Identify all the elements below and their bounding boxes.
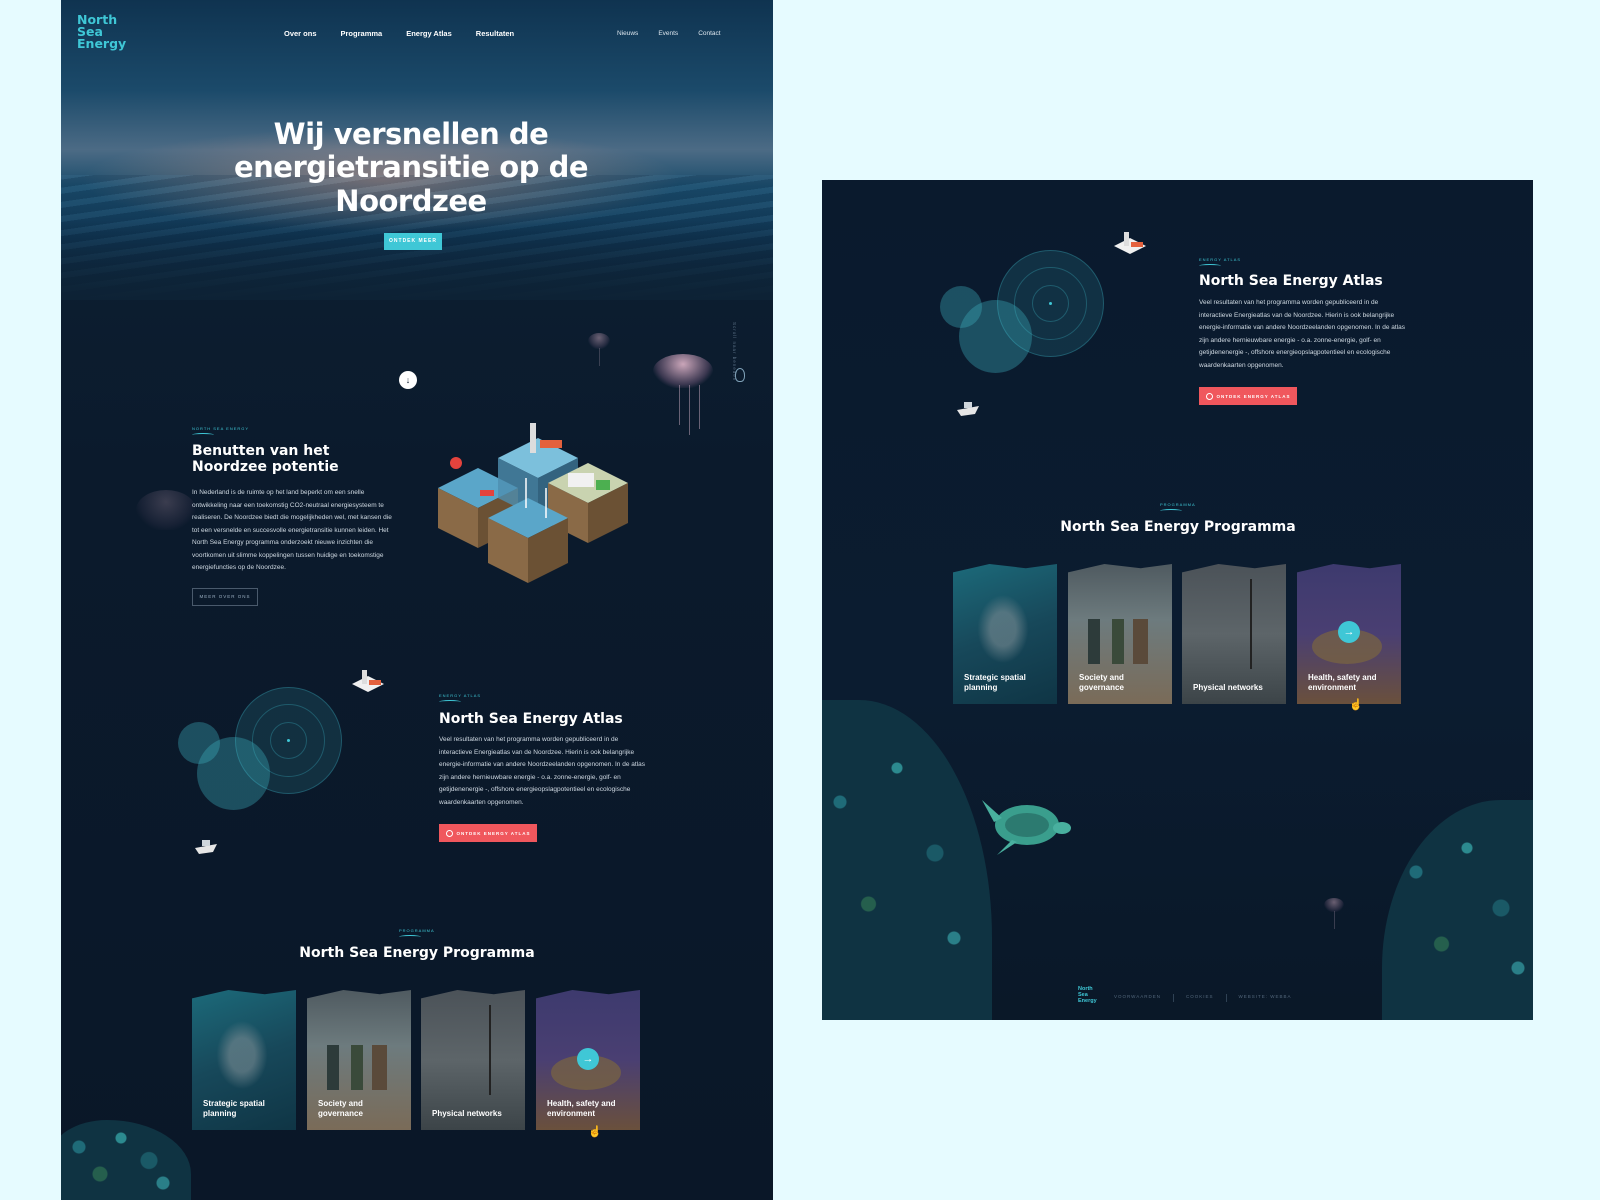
globe-icon <box>445 829 453 837</box>
footer-link-cookies[interactable]: Cookies <box>1186 994 1214 1002</box>
card-image-aerial-water <box>973 589 1033 669</box>
isometric-offshore-illustration <box>428 418 638 598</box>
boat-illustration <box>193 836 219 858</box>
arrow-right-icon[interactable]: → <box>1338 621 1360 643</box>
atlas-eyebrow: Energy Atlas <box>439 693 482 698</box>
main-navigation: Over ons Programma Energy Atlas Resultat… <box>284 29 514 38</box>
nav-item-over-ons[interactable]: Over ons <box>284 29 317 38</box>
jellyfish-tentacle <box>679 385 680 425</box>
cursor-hand-icon: ☝ <box>588 1126 602 1138</box>
intro-paragraph: In Nederland is de ruimte op het land be… <box>192 489 392 571</box>
eyebrow-swoosh <box>1160 509 1182 513</box>
program-card-society-governance[interactable]: Society and governance <box>307 990 411 1130</box>
explore-atlas-button[interactable]: Ontdek energy atlas <box>439 824 537 842</box>
intro-eyebrow: North Sea Energy <box>192 426 250 431</box>
card-image-aerial-water <box>212 1015 272 1095</box>
card-label: Strategic spatial planning <box>203 1099 265 1118</box>
eyebrow-swoosh <box>439 700 461 704</box>
arrow-right-icon[interactable]: → <box>577 1048 599 1070</box>
sea-turtle-illustration <box>972 780 1072 860</box>
card-label: Health, safety and environment <box>547 1099 616 1118</box>
atlas-eyebrow: Energy Atlas <box>1199 257 1242 262</box>
card-image-people-beach <box>1088 619 1148 664</box>
program-card-physical-networks[interactable]: Physical networks <box>421 990 525 1130</box>
programma-title: North Sea Energy Programma <box>1060 519 1296 535</box>
jellyfish-tentacle <box>699 385 700 429</box>
jellyfish-tentacle <box>599 348 600 366</box>
card-label: Society and governance <box>318 1099 363 1118</box>
footer-link-voorwaarden[interactable]: Voorwaarden <box>1114 994 1161 1002</box>
boat-illustration <box>955 398 981 420</box>
secondary-navigation: Nieuws Events Contact <box>617 30 721 37</box>
globe-icon <box>1205 392 1213 400</box>
programma-title: North Sea Energy Programma <box>299 945 535 961</box>
explore-atlas-label: Ontdek energy atlas <box>456 830 531 836</box>
jellyfish-illustration <box>1324 898 1344 912</box>
footer-divider <box>1225 994 1227 1002</box>
eyebrow-swoosh <box>192 433 214 437</box>
card-image-people-beach <box>327 1045 387 1090</box>
atlas-title: North Sea Energy Atlas <box>439 711 623 727</box>
jellyfish-illustration <box>136 490 196 530</box>
hero-title: Wij versnellen de energietransitie op de… <box>233 117 589 218</box>
program-card-physical-networks[interactable]: Physical networks <box>1182 564 1286 704</box>
program-card-spatial-planning[interactable]: Strategic spatial planning <box>953 564 1057 704</box>
card-image-wind-turbine <box>489 1005 491 1095</box>
eyebrow-swoosh <box>1199 264 1221 268</box>
homepage-bottom-mockup: Energy Atlas North Sea Energy Atlas Veel… <box>822 180 1533 1020</box>
nav-item-resultaten[interactable]: Resultaten <box>476 29 514 38</box>
atlas-title: North Sea Energy Atlas <box>1199 273 1383 289</box>
fish-icon <box>735 368 745 382</box>
coral-reef-illustration <box>1382 800 1533 1020</box>
nav-item-energy-atlas[interactable]: Energy Atlas <box>406 29 452 38</box>
footer-link-website[interactable]: Website: Webba <box>1239 994 1292 1002</box>
cursor-hand-icon: ☝ <box>1349 699 1363 711</box>
card-label: Strategic spatial planning <box>964 673 1026 692</box>
nav-item-contact[interactable]: Contact <box>698 30 720 37</box>
nav-item-events[interactable]: Events <box>658 30 678 37</box>
logo-line: Energy <box>77 35 127 51</box>
about-us-button[interactable]: Meer over ons <box>192 588 258 606</box>
card-label: Physical networks <box>1193 683 1263 692</box>
card-label: Health, safety and environment <box>1308 673 1377 692</box>
programma-eyebrow: Programma <box>399 928 435 933</box>
radar-center-dot <box>287 739 290 742</box>
platform-illustration <box>348 666 388 698</box>
radar-center-dot <box>1049 302 1052 305</box>
footer-links: Voorwaarden Cookies Website: Webba <box>1114 994 1292 1002</box>
homepage-full-mockup: North Sea Energy Over ons Programma Ener… <box>61 0 773 1200</box>
footer-divider <box>1173 994 1175 1002</box>
arrow-down-icon[interactable]: ↓ <box>399 371 417 389</box>
jellyfish-illustration <box>653 354 713 388</box>
atlas-paragraph: Veel resultaten van het programma worden… <box>1199 299 1405 369</box>
hero-cta-button[interactable]: Ontdek meer <box>384 233 442 250</box>
coral-reef-illustration <box>61 1120 191 1200</box>
card-label: Physical networks <box>432 1109 502 1118</box>
footer-logo[interactable]: North Sea Energy <box>1078 986 1097 1004</box>
jellyfish-tentacle <box>689 385 690 435</box>
jellyfish-illustration <box>588 333 610 349</box>
atlas-paragraph: Veel resultaten van het programma worden… <box>439 736 645 806</box>
programma-eyebrow: Programma <box>1160 502 1196 507</box>
site-logo[interactable]: North Sea Energy <box>77 13 127 51</box>
nav-item-nieuws[interactable]: Nieuws <box>617 30 638 37</box>
coral-reef-illustration <box>822 700 992 1020</box>
explore-atlas-button[interactable]: Ontdek energy atlas <box>1199 387 1297 405</box>
nav-item-programma[interactable]: Programma <box>341 29 383 38</box>
eyebrow-swoosh <box>399 935 421 939</box>
logo-line: Energy <box>1078 998 1097 1004</box>
platform-illustration <box>1110 228 1150 260</box>
intro-title: Benutten van het Noordzee potentie <box>192 443 339 476</box>
card-image-wind-turbine <box>1250 579 1252 669</box>
card-label: Society and governance <box>1079 673 1124 692</box>
program-card-society-governance[interactable]: Society and governance <box>1068 564 1172 704</box>
jellyfish-tentacle <box>1334 911 1335 929</box>
program-card-spatial-planning[interactable]: Strategic spatial planning <box>192 990 296 1130</box>
hero-fade <box>61 220 773 300</box>
explore-atlas-label: Ontdek energy atlas <box>1216 393 1291 399</box>
